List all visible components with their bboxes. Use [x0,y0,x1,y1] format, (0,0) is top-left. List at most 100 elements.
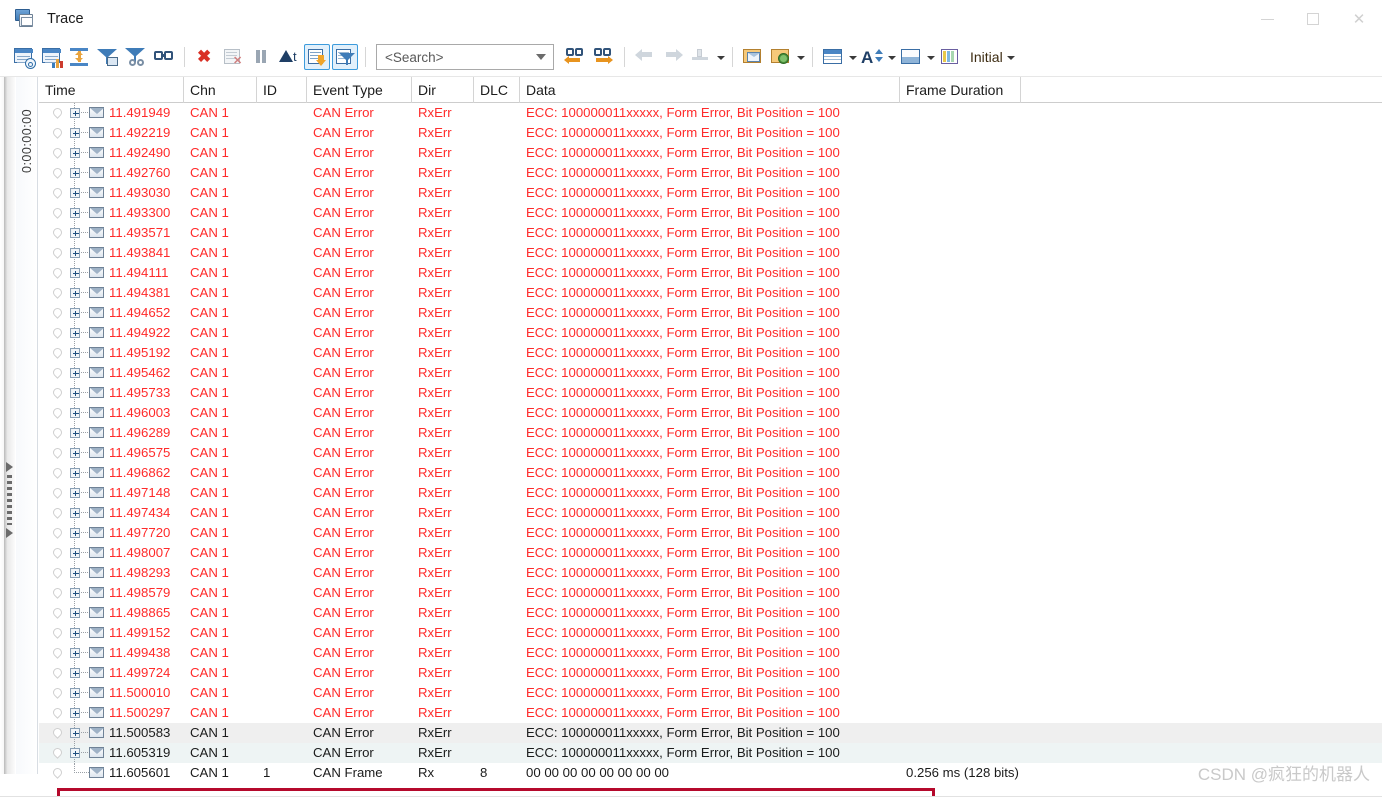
table-row[interactable]: 11.496862 CAN 1 CAN Error RxErr ECC: 1000000… [39,463,1382,483]
minimize-button[interactable] [1244,0,1290,38]
expand-row-icon[interactable] [70,328,80,338]
expand-row-icon[interactable] [70,188,80,198]
table-row[interactable]: 11.492219 CAN 1 CAN Error RxErr ECC: 1000000… [39,123,1382,143]
expand-row-icon[interactable] [70,108,80,118]
column-header-time[interactable]: Time [39,76,184,103]
ruler-markers[interactable] [6,462,14,538]
expand-row-icon[interactable] [70,248,80,258]
export-dropdown-icon[interactable] [795,44,806,70]
table-row[interactable]: 11.499724 CAN 1 CAN Error RxErr ECC: 1000000… [39,663,1382,683]
expand-row-icon[interactable] [70,508,80,518]
expand-row-icon[interactable] [70,728,80,738]
clear-list-icon[interactable]: ✕ [220,44,246,70]
scroll-to-end-icon[interactable] [304,44,330,70]
expand-row-icon[interactable] [70,148,80,158]
expand-row-icon[interactable] [70,628,80,638]
table-row[interactable]: 11.499152 CAN 1 CAN Error RxErr ECC: 1000000… [39,623,1382,643]
expand-collapse-icon[interactable] [67,44,93,70]
table-row[interactable]: 11.498007 CAN 1 CAN Error RxErr ECC: 1000000… [39,543,1382,563]
table-row[interactable]: 11.494652 CAN 1 CAN Error RxErr ECC: 1000000… [39,303,1382,323]
expand-row-icon[interactable] [70,648,80,658]
expand-row-icon[interactable] [70,588,80,598]
expand-row-icon[interactable] [70,548,80,558]
table-row[interactable]: 11.499438 CAN 1 CAN Error RxErr ECC: 1000000… [39,643,1382,663]
export-icon[interactable] [768,44,794,70]
expand-row-icon[interactable] [70,428,80,438]
column-layout-icon[interactable] [820,44,846,70]
table-row[interactable]: 11.493300 CAN 1 CAN Error RxErr ECC: 1000000… [39,203,1382,223]
table-row[interactable]: 11.605601 CAN 1 1 CAN Frame Rx 8 00 00 00 00 0… [39,763,1382,783]
table-row[interactable]: 11.492490 CAN 1 CAN Error RxErr ECC: 1000000… [39,143,1382,163]
window-layout-dropdown-icon[interactable] [925,44,936,70]
expand-row-icon[interactable] [70,468,80,478]
table-row[interactable]: 11.498293 CAN 1 CAN Error RxErr ECC: 1000000… [39,563,1382,583]
filter-remove-icon[interactable] [123,44,149,70]
open-logging-file-icon[interactable] [740,44,766,70]
table-row[interactable]: 11.495733 CAN 1 CAN Error RxErr ECC: 1000000… [39,383,1382,403]
maximize-button[interactable] [1290,0,1336,38]
expand-row-icon[interactable] [70,168,80,178]
navigate-back-icon[interactable] [632,44,658,70]
table-row[interactable]: 11.493841 CAN 1 CAN Error RxErr ECC: 1000000… [39,243,1382,263]
show-time-absolute-icon[interactable] [11,44,37,70]
table-row[interactable]: 11.493030 CAN 1 CAN Error RxErr ECC: 1000000… [39,183,1382,203]
table-row[interactable]: 11.496575 CAN 1 CAN Error RxErr ECC: 1000000… [39,443,1382,463]
table-row[interactable]: 11.492760 CAN 1 CAN Error RxErr ECC: 1000000… [39,163,1382,183]
expand-row-icon[interactable] [70,268,80,278]
config-dropdown-icon[interactable] [1005,44,1016,70]
search-box[interactable] [376,44,554,70]
expand-row-icon[interactable] [70,128,80,138]
expand-row-icon[interactable] [70,288,80,298]
color-scheme-icon[interactable] [937,44,963,70]
expand-row-icon[interactable] [70,528,80,538]
column-header-chn[interactable]: Chn [184,76,257,103]
navigate-forward-icon[interactable] [660,44,686,70]
table-row[interactable]: 11.494381 CAN 1 CAN Error RxErr ECC: 1000000… [39,283,1382,303]
column-header-data[interactable]: Data [520,76,900,103]
expand-row-icon[interactable] [70,208,80,218]
pause-icon[interactable] [248,44,274,70]
statistics-icon[interactable] [39,44,65,70]
expand-row-icon[interactable] [70,448,80,458]
table-row[interactable]: 11.500010 CAN 1 CAN Error RxErr ECC: 1000000… [39,683,1382,703]
column-header-event-type[interactable]: Event Type [307,76,412,103]
table-row[interactable]: 11.494111 CAN 1 CAN Error RxErr ECC: 1000000… [39,263,1382,283]
time-delta-icon[interactable]: t [276,44,302,70]
marker-icon[interactable] [688,44,714,70]
table-row[interactable]: 11.493571 CAN 1 CAN Error RxErr ECC: 1000000… [39,223,1382,243]
expand-row-icon[interactable] [70,228,80,238]
expand-row-icon[interactable] [70,488,80,498]
table-row[interactable]: 11.498579 CAN 1 CAN Error RxErr ECC: 1000000… [39,583,1382,603]
search-previous-icon[interactable] [563,44,589,70]
clear-trace-icon[interactable]: ✖ [192,44,218,70]
table-row[interactable]: 11.495192 CAN 1 CAN Error RxErr ECC: 1000000… [39,343,1382,363]
filter-messages-icon[interactable] [95,44,121,70]
expand-row-icon[interactable] [70,368,80,378]
table-row[interactable]: 11.497720 CAN 1 CAN Error RxErr ECC: 1000000… [39,523,1382,543]
expand-row-icon[interactable] [70,388,80,398]
table-row[interactable]: 11.497148 CAN 1 CAN Error RxErr ECC: 1000000… [39,483,1382,503]
expand-row-icon[interactable] [70,668,80,678]
table-row[interactable]: 11.498865 CAN 1 CAN Error RxErr ECC: 1000000… [39,603,1382,623]
expand-row-icon[interactable] [70,308,80,318]
column-layout-dropdown-icon[interactable] [847,44,858,70]
expand-row-icon[interactable] [70,688,80,698]
column-header-dlc[interactable]: DLC [474,76,520,103]
table-row[interactable]: 11.496003 CAN 1 CAN Error RxErr ECC: 1000000… [39,403,1382,423]
find-icon[interactable] [151,44,177,70]
expand-row-icon[interactable] [70,608,80,618]
table-row[interactable]: 11.605319 CAN 1 CAN Error RxErr ECC: 1000000… [39,743,1382,763]
apply-filter-icon[interactable] [332,44,358,70]
table-row[interactable]: 11.491949 CAN 1 CAN Error RxErr ECC: 1000000… [39,103,1382,123]
table-row[interactable]: 11.495462 CAN 1 CAN Error RxErr ECC: 1000000… [39,363,1382,383]
expand-row-icon[interactable] [70,568,80,578]
column-header-dir[interactable]: Dir [412,76,474,103]
column-header-id[interactable]: ID [257,76,307,103]
expand-row-icon[interactable] [70,748,80,758]
marker-dropdown-icon[interactable] [715,44,726,70]
table-row[interactable]: 11.500297 CAN 1 CAN Error RxErr ECC: 1000000… [39,703,1382,723]
table-row[interactable]: 11.496289 CAN 1 CAN Error RxErr ECC: 1000000… [39,423,1382,443]
font-size-dropdown-icon[interactable] [886,44,897,70]
search-next-icon[interactable] [591,44,617,70]
close-button[interactable]: ✕ [1336,0,1382,38]
